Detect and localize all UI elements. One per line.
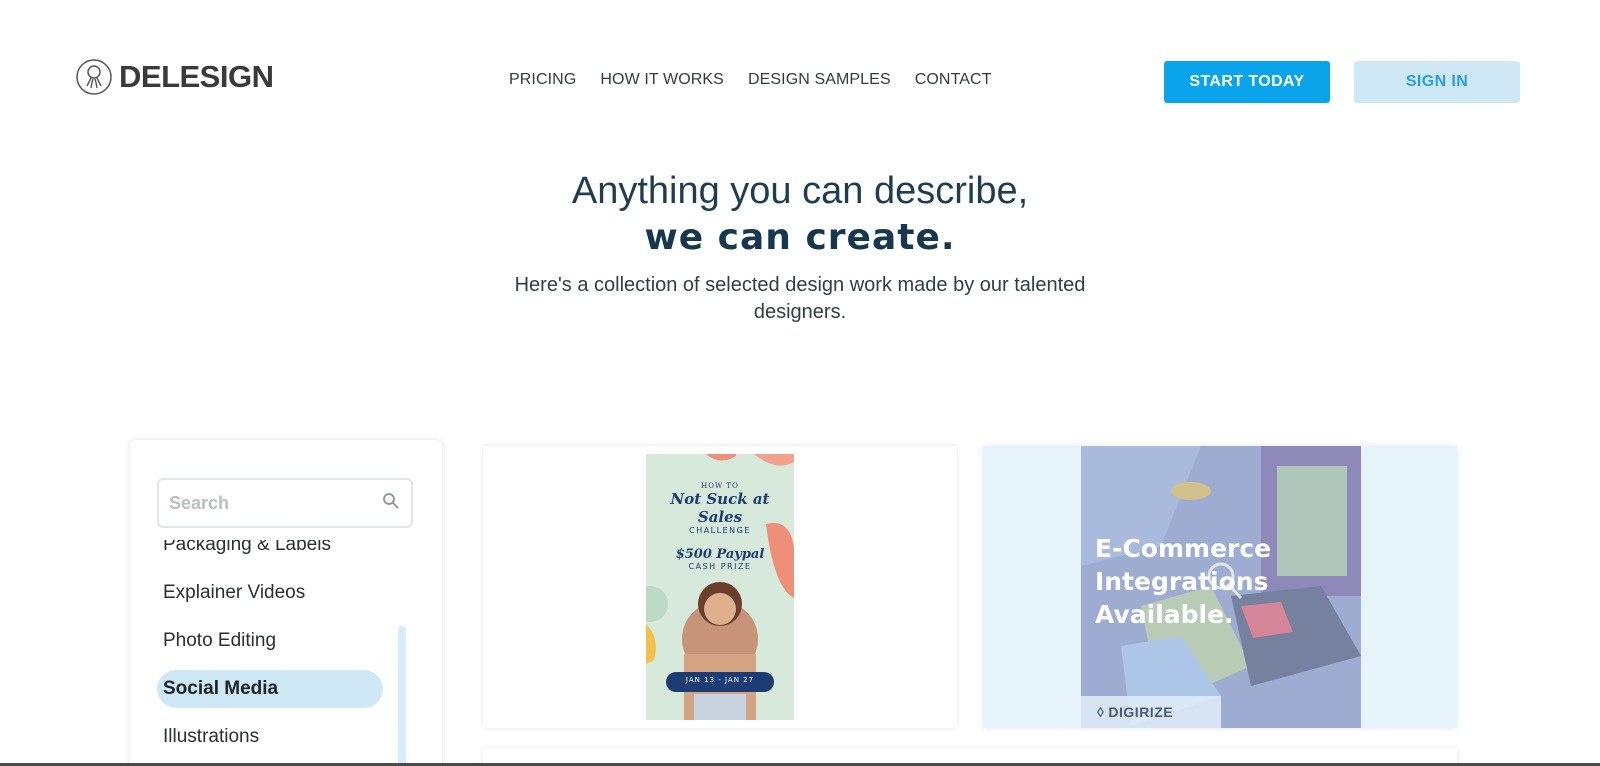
nav-pricing[interactable]: PRICING — [509, 71, 576, 89]
category-packaging-labels[interactable]: Packaging & Labels — [157, 540, 383, 564]
hero-section: Anything you can describe, we can create… — [0, 168, 1600, 326]
sidebar-scrollbar[interactable] — [398, 626, 406, 766]
poster-title: Not Suck at Sales — [670, 490, 770, 526]
design-sample-card[interactable]: E-Commerce Integrations Available. ◊ DIG… — [983, 446, 1457, 728]
category-explainer-videos[interactable]: Explainer Videos — [157, 574, 383, 612]
search-icon[interactable] — [381, 491, 401, 511]
poster-kicker: HOW TO — [701, 482, 739, 490]
hero-title-emphasis: we can create. — [644, 217, 956, 258]
poster-challenge: CHALLENGE — [689, 526, 751, 535]
nav-how-it-works[interactable]: HOW IT WORKS — [600, 71, 724, 89]
category-social-media[interactable]: Social Media — [157, 670, 383, 708]
sign-in-button[interactable]: SIGN IN — [1354, 61, 1520, 103]
design-sample-card[interactable]: HOW TO Not Suck at Sales CHALLENGE $500 … — [483, 446, 957, 728]
nav-contact[interactable]: CONTACT — [915, 71, 992, 89]
ecommerce-ad-text: E-Commerce Integrations Available. — [1095, 532, 1271, 631]
start-today-button[interactable]: START TODAY — [1164, 61, 1330, 103]
category-illustrations[interactable]: Illustrations — [157, 718, 383, 756]
search-box — [157, 478, 413, 528]
category-list: Packaging & Labels Explainer Videos Phot… — [157, 540, 387, 766]
ad-brand-label: ◊ DIGIRIZE — [1081, 696, 1221, 728]
ad-brand-name: DIGIRIZE — [1108, 704, 1174, 720]
nav-design-samples[interactable]: DESIGN SAMPLES — [748, 71, 891, 89]
octopus-logo-icon — [76, 59, 112, 95]
category-sidebar: Packaging & Labels Explainer Videos Phot… — [130, 440, 442, 766]
ad-line-1: E-Commerce — [1095, 534, 1272, 563]
search-input[interactable] — [159, 480, 359, 526]
poster-dates: JAN 13 - JAN 27 — [685, 676, 755, 684]
hero-title: Anything you can describe, — [571, 170, 1029, 212]
digirize-logo-icon: ◊ — [1097, 704, 1105, 720]
ecommerce-ad-image: E-Commerce Integrations Available. ◊ DIG… — [1081, 446, 1361, 728]
category-photo-editing[interactable]: Photo Editing — [157, 622, 383, 660]
poster-prize: $500 Paypal — [675, 547, 765, 562]
main-nav: PRICING HOW IT WORKS DESIGN SAMPLES CONT… — [509, 71, 992, 89]
ad-line-3: Available. — [1095, 600, 1234, 629]
sales-challenge-poster-image: HOW TO Not Suck at Sales CHALLENGE $500 … — [646, 454, 794, 720]
poster-cash: CASH PRIZE — [688, 562, 752, 571]
ad-line-2: Integrations — [1095, 567, 1269, 596]
hero-subtitle: Here's a collection of selected design w… — [514, 274, 1086, 323]
logo[interactable]: DELESIGN — [75, 58, 274, 96]
brand-name: DELESIGN — [119, 59, 274, 94]
